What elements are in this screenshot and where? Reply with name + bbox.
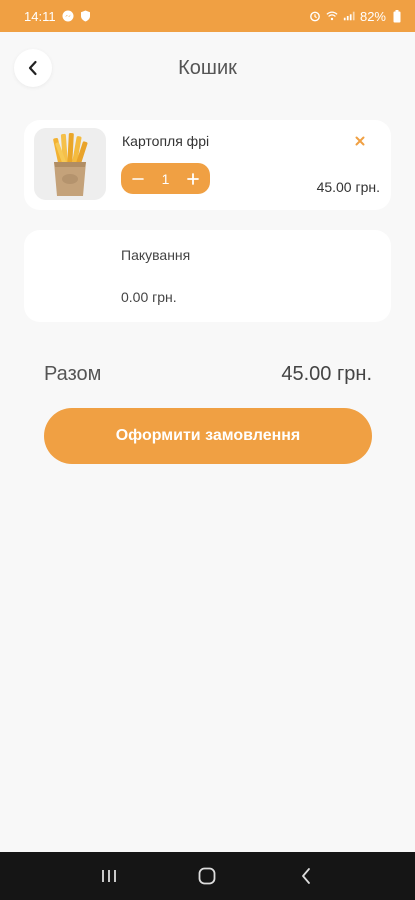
remove-item-button[interactable] <box>353 134 367 148</box>
total-value: 45.00 грн. <box>281 363 372 385</box>
alarm-icon <box>309 10 321 22</box>
close-icon <box>355 136 365 146</box>
status-right: 82% <box>309 9 403 24</box>
cart-item-card: Картопля фрі 1 45.00 грн. <box>24 120 391 210</box>
recent-apps-icon <box>102 870 117 882</box>
packaging-card: Пакування 0.00 грн. <box>24 230 391 322</box>
shield-icon <box>80 10 92 22</box>
status-left: 14:11 <box>24 9 92 24</box>
product-price: 45.00 грн. <box>316 179 380 195</box>
back-arrow-icon <box>301 868 310 884</box>
packaging-price: 0.00 грн. <box>121 289 177 305</box>
checkout-button[interactable]: Оформити замовлення <box>44 408 372 464</box>
product-name: Картопля фрі <box>122 133 210 149</box>
chevron-left-icon <box>28 60 37 76</box>
total-row: Разом 45.00 грн. <box>44 363 372 386</box>
messenger-icon <box>62 10 74 22</box>
header: Кошик <box>0 32 415 104</box>
plus-icon <box>187 172 199 185</box>
battery-icon <box>391 9 403 22</box>
system-back-button[interactable] <box>286 856 326 896</box>
status-time: 14:11 <box>24 8 56 24</box>
recent-apps-button[interactable] <box>89 856 129 896</box>
total-label: Разом <box>44 363 102 385</box>
quantity-stepper: 1 <box>121 163 210 194</box>
back-button[interactable] <box>14 49 52 87</box>
packaging-label: Пакування <box>121 247 191 263</box>
wifi-icon <box>326 10 338 22</box>
decrease-quantity-button[interactable] <box>129 170 147 188</box>
home-button[interactable] <box>187 856 227 896</box>
signal-icon <box>343 10 355 22</box>
battery-percent: 82% <box>359 8 386 24</box>
product-image <box>34 128 106 200</box>
system-nav-bar <box>0 852 415 900</box>
quantity-value: 1 <box>161 170 170 187</box>
home-icon <box>199 867 216 885</box>
page-title: Кошик <box>178 56 237 79</box>
increase-quantity-button[interactable] <box>184 170 202 188</box>
minus-icon <box>132 177 144 180</box>
status-bar: 14:11 82% <box>0 0 415 32</box>
